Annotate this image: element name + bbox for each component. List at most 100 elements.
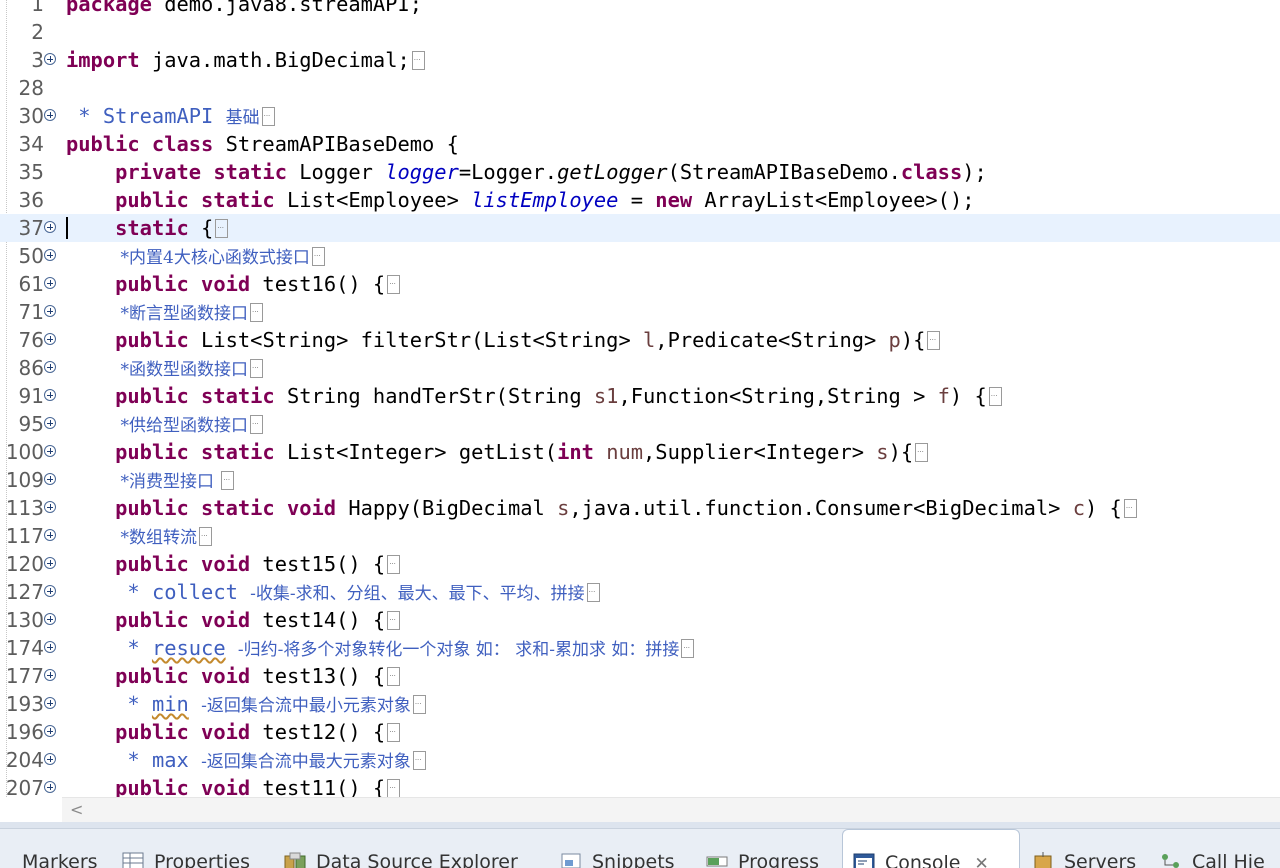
code-token: 4 bbox=[163, 248, 174, 268]
folded-code-icon[interactable] bbox=[387, 268, 401, 296]
folded-code-icon[interactable] bbox=[927, 324, 941, 352]
code-line[interactable]: 91 public static String handTerStr(Strin… bbox=[0, 380, 1280, 410]
folded-code-icon[interactable] bbox=[988, 380, 1002, 408]
folded-code-icon[interactable] bbox=[215, 212, 229, 240]
scroll-left-arrow-icon[interactable]: < bbox=[70, 798, 83, 823]
code-line[interactable]: 2 bbox=[0, 18, 1280, 46]
code-line[interactable]: 204 * max -返回集合流中最大元素对象 bbox=[0, 744, 1280, 774]
code-line[interactable]: 36 public static List<Employee> listEmpl… bbox=[0, 186, 1280, 214]
expand-fold-icon[interactable] bbox=[44, 473, 56, 485]
code-token: =Logger. bbox=[458, 160, 558, 184]
code-token: -返回集合流中最小元素对象 bbox=[201, 696, 411, 716]
tab-properties[interactable]: Properties bbox=[122, 829, 272, 868]
tab-console[interactable]: Console ✕ bbox=[842, 829, 1020, 868]
code-line[interactable]: 71 *断言型函数接口 bbox=[0, 296, 1280, 326]
code-editor[interactable]: 1 package demo.java8.streamAPI; 2 3 import j… bbox=[0, 0, 1280, 797]
expand-fold-icon[interactable] bbox=[44, 109, 56, 121]
expand-fold-icon[interactable] bbox=[44, 305, 56, 317]
code-token: s bbox=[876, 440, 889, 464]
tab-servers[interactable]: Servers bbox=[1032, 829, 1148, 868]
code-line[interactable]: 35 private static Logger logger=Logger.g… bbox=[0, 158, 1280, 186]
folded-code-icon[interactable] bbox=[250, 352, 264, 380]
folded-code-icon[interactable] bbox=[586, 576, 600, 604]
code-line[interactable]: 100 public static List<Integer> getList(… bbox=[0, 436, 1280, 466]
code-line[interactable]: 28 bbox=[0, 74, 1280, 102]
code-line[interactable]: 130 public void test14() { bbox=[0, 604, 1280, 634]
close-icon[interactable]: ✕ bbox=[974, 831, 988, 868]
expand-fold-icon[interactable] bbox=[44, 333, 56, 345]
expand-fold-icon[interactable] bbox=[44, 557, 56, 569]
tab-progress[interactable]: Progress bbox=[706, 829, 830, 868]
folded-code-icon[interactable] bbox=[311, 240, 325, 268]
code-line[interactable]: 1 package demo.java8.streamAPI; bbox=[0, 0, 1280, 18]
folded-code-icon[interactable] bbox=[412, 688, 426, 716]
code-line[interactable]: 37 static { bbox=[0, 212, 1280, 242]
code-token: 基础 bbox=[225, 108, 260, 128]
code-text: public void test13() { bbox=[66, 660, 401, 690]
code-line[interactable]: 61 public void test16() { bbox=[0, 268, 1280, 298]
code-line[interactable]: 117 *数组转流 bbox=[0, 520, 1280, 550]
expand-fold-icon[interactable] bbox=[44, 417, 56, 429]
expand-fold-icon[interactable] bbox=[44, 753, 56, 765]
folded-code-icon[interactable] bbox=[387, 604, 401, 632]
code-line[interactable]: 95 *供给型函数接口 bbox=[0, 408, 1280, 438]
line-number: 207 bbox=[5, 776, 44, 797]
tab-markers[interactable]: Markers bbox=[22, 829, 112, 868]
code-line[interactable]: 177 public void test13() { bbox=[0, 660, 1280, 690]
code-line[interactable]: 30 * StreamAPI 基础 bbox=[0, 100, 1280, 130]
folded-code-icon[interactable] bbox=[250, 296, 264, 324]
code-line[interactable]: 120 public void test15() { bbox=[0, 548, 1280, 578]
expand-fold-icon[interactable] bbox=[44, 221, 56, 233]
code-token: ,Predicate<String> bbox=[655, 328, 889, 352]
code-line[interactable]: 207 public void test11() { bbox=[0, 772, 1280, 797]
expand-fold-icon[interactable] bbox=[44, 641, 56, 653]
expand-fold-icon[interactable] bbox=[44, 781, 56, 793]
tab-label: Markers bbox=[22, 851, 98, 868]
expand-fold-icon[interactable] bbox=[44, 725, 56, 737]
tab-snippets[interactable]: Snippets bbox=[560, 829, 692, 868]
expand-fold-icon[interactable] bbox=[44, 277, 56, 289]
tab-data-source-explorer[interactable]: Data Source Explorer bbox=[284, 829, 546, 868]
expand-fold-icon[interactable] bbox=[44, 361, 56, 373]
expand-fold-icon[interactable] bbox=[44, 585, 56, 597]
code-token: StreamAPIBaseDemo { bbox=[213, 132, 459, 156]
folded-code-icon[interactable] bbox=[387, 716, 401, 744]
folded-code-icon[interactable] bbox=[387, 772, 401, 797]
folded-code-icon[interactable] bbox=[915, 436, 929, 464]
expand-fold-icon[interactable] bbox=[44, 529, 56, 541]
code-line[interactable]: 196 public void test12() { bbox=[0, 716, 1280, 746]
code-line[interactable]: 3 import java.math.BigDecimal; bbox=[0, 44, 1280, 74]
expand-fold-icon[interactable] bbox=[44, 613, 56, 625]
expand-fold-icon[interactable] bbox=[44, 445, 56, 457]
expand-fold-icon[interactable] bbox=[44, 389, 56, 401]
expand-fold-icon[interactable] bbox=[44, 697, 56, 709]
expand-fold-icon[interactable] bbox=[44, 53, 56, 65]
code-token: public class bbox=[66, 132, 214, 156]
code-line[interactable]: 86 *函数型函数接口 bbox=[0, 352, 1280, 382]
code-line[interactable]: 193 * min -返回集合流中最小元素对象 bbox=[0, 688, 1280, 718]
folded-code-icon[interactable] bbox=[681, 632, 695, 660]
folded-code-icon[interactable] bbox=[221, 464, 235, 492]
horizontal-scrollbar[interactable]: < bbox=[62, 797, 1280, 823]
code-line[interactable]: 127 * collect -收集-求和、分组、最大、最下、平均、拼接 bbox=[0, 576, 1280, 606]
expand-fold-icon[interactable] bbox=[44, 501, 56, 513]
code-line[interactable]: 109 *消费型接口 bbox=[0, 464, 1280, 494]
tab-call-hie[interactable]: Call Hie bbox=[1160, 829, 1280, 868]
expand-fold-icon[interactable] bbox=[44, 669, 56, 681]
code-line[interactable]: 34 public class StreamAPIBaseDemo { bbox=[0, 130, 1280, 158]
folded-code-icon[interactable] bbox=[1123, 492, 1137, 520]
expand-fold-icon[interactable] bbox=[44, 249, 56, 261]
folded-code-icon[interactable] bbox=[199, 520, 213, 548]
folded-code-icon[interactable] bbox=[250, 408, 264, 436]
folded-code-icon[interactable] bbox=[387, 660, 401, 688]
code-line[interactable]: 113 public static void Happy(BigDecimal … bbox=[0, 492, 1280, 522]
code-text: static { bbox=[66, 212, 229, 242]
folded-code-icon[interactable] bbox=[411, 44, 425, 72]
code-line[interactable]: 174 * resuce -归约-将多个对象转化一个对象 如： 求和-累加求 如… bbox=[0, 632, 1280, 662]
code-line[interactable]: 50 *内置4大核心函数式接口 bbox=[0, 240, 1280, 270]
folded-code-icon[interactable] bbox=[261, 100, 275, 128]
folded-code-icon[interactable] bbox=[412, 744, 426, 772]
code-line[interactable]: 76 public List<String> filterStr(List<St… bbox=[0, 324, 1280, 354]
folded-code-icon[interactable] bbox=[387, 548, 401, 576]
